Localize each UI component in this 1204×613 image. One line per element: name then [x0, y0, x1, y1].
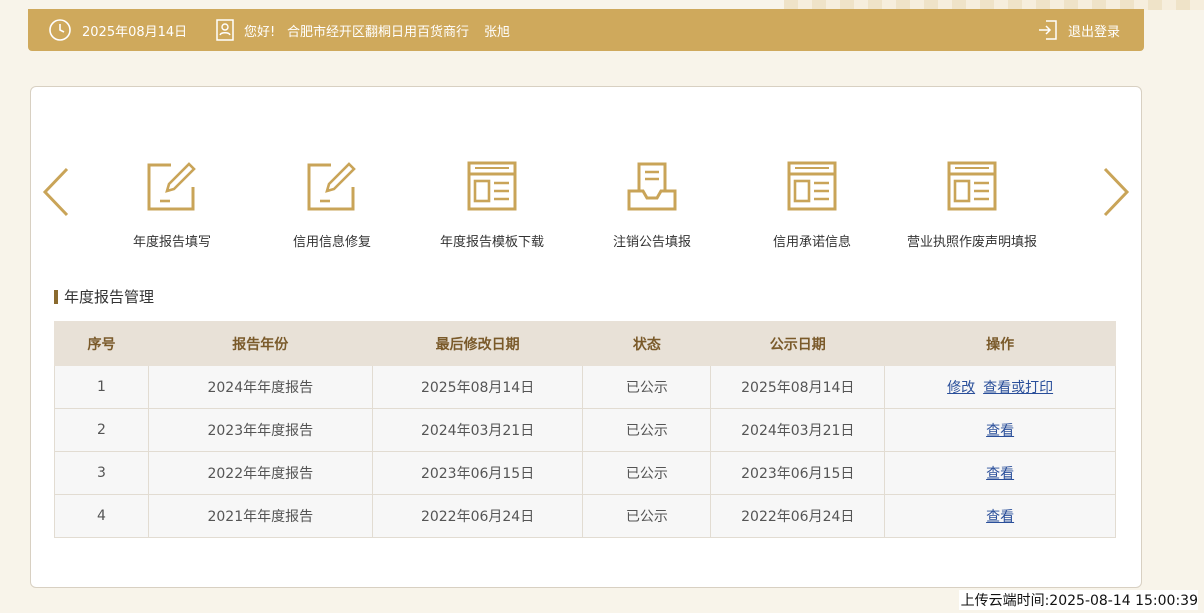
col-header-status: 状态: [582, 321, 712, 366]
user-name: 张旭: [484, 24, 511, 40]
user-card-icon: [215, 9, 235, 51]
main-panel: 年度报告填写 信用信息修复 年度报告模板下载 注销公告填报 信用承诺信息 营业执…: [30, 86, 1142, 588]
cell-actions: 查看: [884, 408, 1116, 452]
view-link[interactable]: 查看: [986, 423, 1014, 439]
cell-modified: 2022年06月24日: [371, 494, 584, 538]
upload-timestamp: 上传云端时间:2025-08-14 15:00:39: [958, 590, 1198, 610]
cell-year: 2022年年度报告: [147, 451, 373, 495]
chevron-right-icon[interactable]: [1101, 167, 1131, 217]
view-link[interactable]: 查看: [986, 466, 1014, 482]
edit-form-icon: [97, 161, 247, 211]
edit-link[interactable]: 修改: [947, 380, 975, 396]
table-header-row: 序号 报告年份 最后修改日期 状态 公示日期 操作: [54, 321, 1116, 366]
company-name: 合肥市经开区翻桐日用百货商行: [287, 24, 470, 40]
cell-year: 2024年年度报告: [147, 365, 373, 409]
cell-no: 3: [54, 451, 149, 495]
inbox-document-icon: [577, 161, 727, 211]
cell-no: 2: [54, 408, 149, 452]
cell-actions: 查看: [884, 451, 1116, 495]
table-row: 3 2022年年度报告 2023年06月15日 已公示 2023年06月15日 …: [54, 451, 1116, 495]
cell-actions: 修改 查看或打印: [884, 365, 1116, 409]
func-credit-commitment[interactable]: 信用承诺信息: [737, 161, 887, 250]
view-link[interactable]: 查看: [986, 509, 1014, 525]
document-window-icon: [737, 161, 887, 211]
document-window-icon: [417, 161, 567, 211]
cell-modified: 2025年08月14日: [371, 365, 584, 409]
func-label: 注销公告填报: [612, 235, 691, 250]
func-cancellation-notice[interactable]: 注销公告填报: [577, 161, 727, 250]
cell-year: 2021年年度报告: [147, 494, 373, 538]
current-date: 2025年08月14日: [82, 24, 188, 40]
cell-modified: 2023年06月15日: [371, 451, 584, 495]
func-license-void-statement[interactable]: 营业执照作废声明填报: [897, 161, 1047, 250]
func-label: 营业执照作废声明填报: [906, 235, 1037, 250]
view-print-link[interactable]: 查看或打印: [983, 380, 1053, 396]
cell-no: 4: [54, 494, 149, 538]
logout-icon: [1038, 19, 1058, 41]
func-template-download[interactable]: 年度报告模板下载: [417, 161, 567, 250]
col-header-actions: 操作: [884, 321, 1116, 366]
cell-status: 已公示: [582, 451, 712, 495]
cell-published: 2025年08月14日: [710, 365, 886, 409]
col-header-year: 报告年份: [147, 321, 373, 366]
func-label: 年度报告填写: [132, 235, 211, 250]
document-window-icon: [897, 161, 1047, 211]
cell-published: 2023年06月15日: [710, 451, 886, 495]
section-title: 年度报告管理: [54, 290, 154, 305]
greeting: 您好!: [244, 24, 276, 40]
func-label: 信用承诺信息: [772, 235, 851, 250]
annual-report-table: 序号 报告年份 最后修改日期 状态 公示日期 操作 1 2024年年度报告 20…: [54, 321, 1116, 538]
table-row: 2 2023年年度报告 2024年03月21日 已公示 2024年03月21日 …: [54, 408, 1116, 452]
cell-status: 已公示: [582, 494, 712, 538]
func-annual-report-fill[interactable]: 年度报告填写: [97, 161, 247, 250]
cell-year: 2023年年度报告: [147, 408, 373, 452]
table-row: 1 2024年年度报告 2025年08月14日 已公示 2025年08月14日 …: [54, 365, 1116, 409]
cell-status: 已公示: [582, 408, 712, 452]
func-label: 年度报告模板下载: [439, 235, 544, 250]
logout-label: 退出登录: [1067, 24, 1120, 40]
cell-published: 2022年06月24日: [710, 494, 886, 538]
chevron-left-icon[interactable]: [41, 167, 71, 217]
cell-status: 已公示: [582, 365, 712, 409]
edit-form-icon: [257, 161, 407, 211]
cell-no: 1: [54, 365, 149, 409]
table-row: 4 2021年年度报告 2022年06月24日 已公示 2022年06月24日 …: [54, 494, 1116, 538]
clock-icon: [48, 9, 72, 51]
cell-modified: 2024年03月21日: [371, 408, 584, 452]
logout-button[interactable]: 退出登录: [1038, 9, 1120, 51]
func-credit-repair[interactable]: 信用信息修复: [257, 161, 407, 250]
col-header-no: 序号: [54, 321, 149, 366]
func-label: 信用信息修复: [292, 235, 371, 250]
col-header-published: 公示日期: [710, 321, 886, 366]
top-bar: 2025年08月14日 您好! 合肥市经开区翻桐日用百货商行 张旭 退出登录: [28, 9, 1144, 51]
cell-actions: 查看: [884, 494, 1116, 538]
cell-published: 2024年03月21日: [710, 408, 886, 452]
col-header-modified: 最后修改日期: [371, 321, 584, 366]
